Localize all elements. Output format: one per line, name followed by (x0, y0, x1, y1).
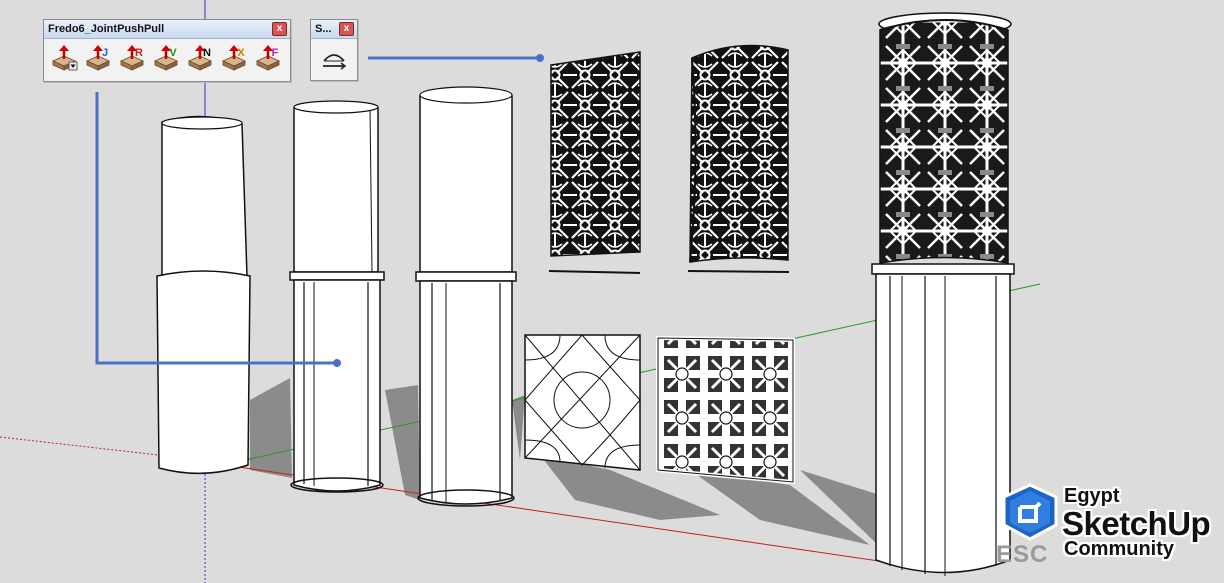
logo-prefix: ESC (996, 541, 1049, 568)
lattice-panel-flat[interactable] (548, 51, 641, 274)
extrude-push-pull-button[interactable]: X (218, 44, 250, 72)
column-framed[interactable] (289, 100, 385, 493)
joint-push-pull-icon (86, 45, 110, 71)
small-toolbar-title: S... (315, 23, 332, 35)
vector-push-pull-button[interactable]: V (150, 44, 182, 72)
egypt-sketchup-community-logo: ESC Egypt SketchUp Community (996, 481, 1218, 581)
joint-push-pull-button[interactable]: J (82, 44, 114, 72)
logo-line-community: Community (1064, 538, 1174, 560)
follow-push-pull-button[interactable]: F (252, 44, 284, 72)
column-lattice-combined[interactable] (871, 12, 1015, 576)
push-pull-menu-icon (52, 45, 78, 71)
follow-push-pull-icon (256, 45, 280, 71)
toolbar-close-button[interactable]: x (272, 22, 287, 36)
sketchup-cube-logo-icon (1002, 483, 1058, 541)
push-pull-menu-button[interactable] (48, 44, 80, 72)
small-toolbar-close-button[interactable]: x (339, 22, 354, 36)
toolbar-title: Fredo6_JointPushPull (48, 23, 165, 35)
tile-lattice-solid[interactable] (656, 335, 795, 485)
small-toolbar-titlebar[interactable]: S... x (311, 20, 357, 39)
lattice-panel-curved[interactable] (687, 44, 790, 273)
vector-push-pull-label: V (169, 47, 177, 59)
round-push-pull-label: R (135, 47, 143, 59)
surface-toolbar[interactable]: S... x (310, 19, 358, 81)
joint-pushpull-toolbar[interactable]: Fredo6_JointPushPull x J R V N X F (43, 19, 291, 82)
curved-surface-button[interactable] (318, 45, 350, 73)
toolbar-titlebar[interactable]: Fredo6_JointPushPull x (44, 20, 290, 39)
toolbar-buttons: JRVNXF (44, 39, 290, 77)
joint-push-pull-label: J (101, 47, 109, 59)
follow-push-pull-label: F (271, 47, 279, 59)
round-push-pull-button[interactable]: R (116, 44, 148, 72)
tile-outline-pattern[interactable] (524, 334, 641, 471)
extrude-push-pull-label: X (237, 47, 245, 59)
curved-surface-icon (323, 54, 347, 70)
normal-push-pull-button[interactable]: N (184, 44, 216, 72)
column-plain[interactable] (156, 115, 251, 475)
normal-push-pull-label: N (203, 47, 211, 59)
column-cylinder[interactable] (415, 86, 517, 507)
sketchup-viewport[interactable]: Fredo6_JointPushPull x J R V N X F S... x ESC… (0, 0, 1224, 583)
